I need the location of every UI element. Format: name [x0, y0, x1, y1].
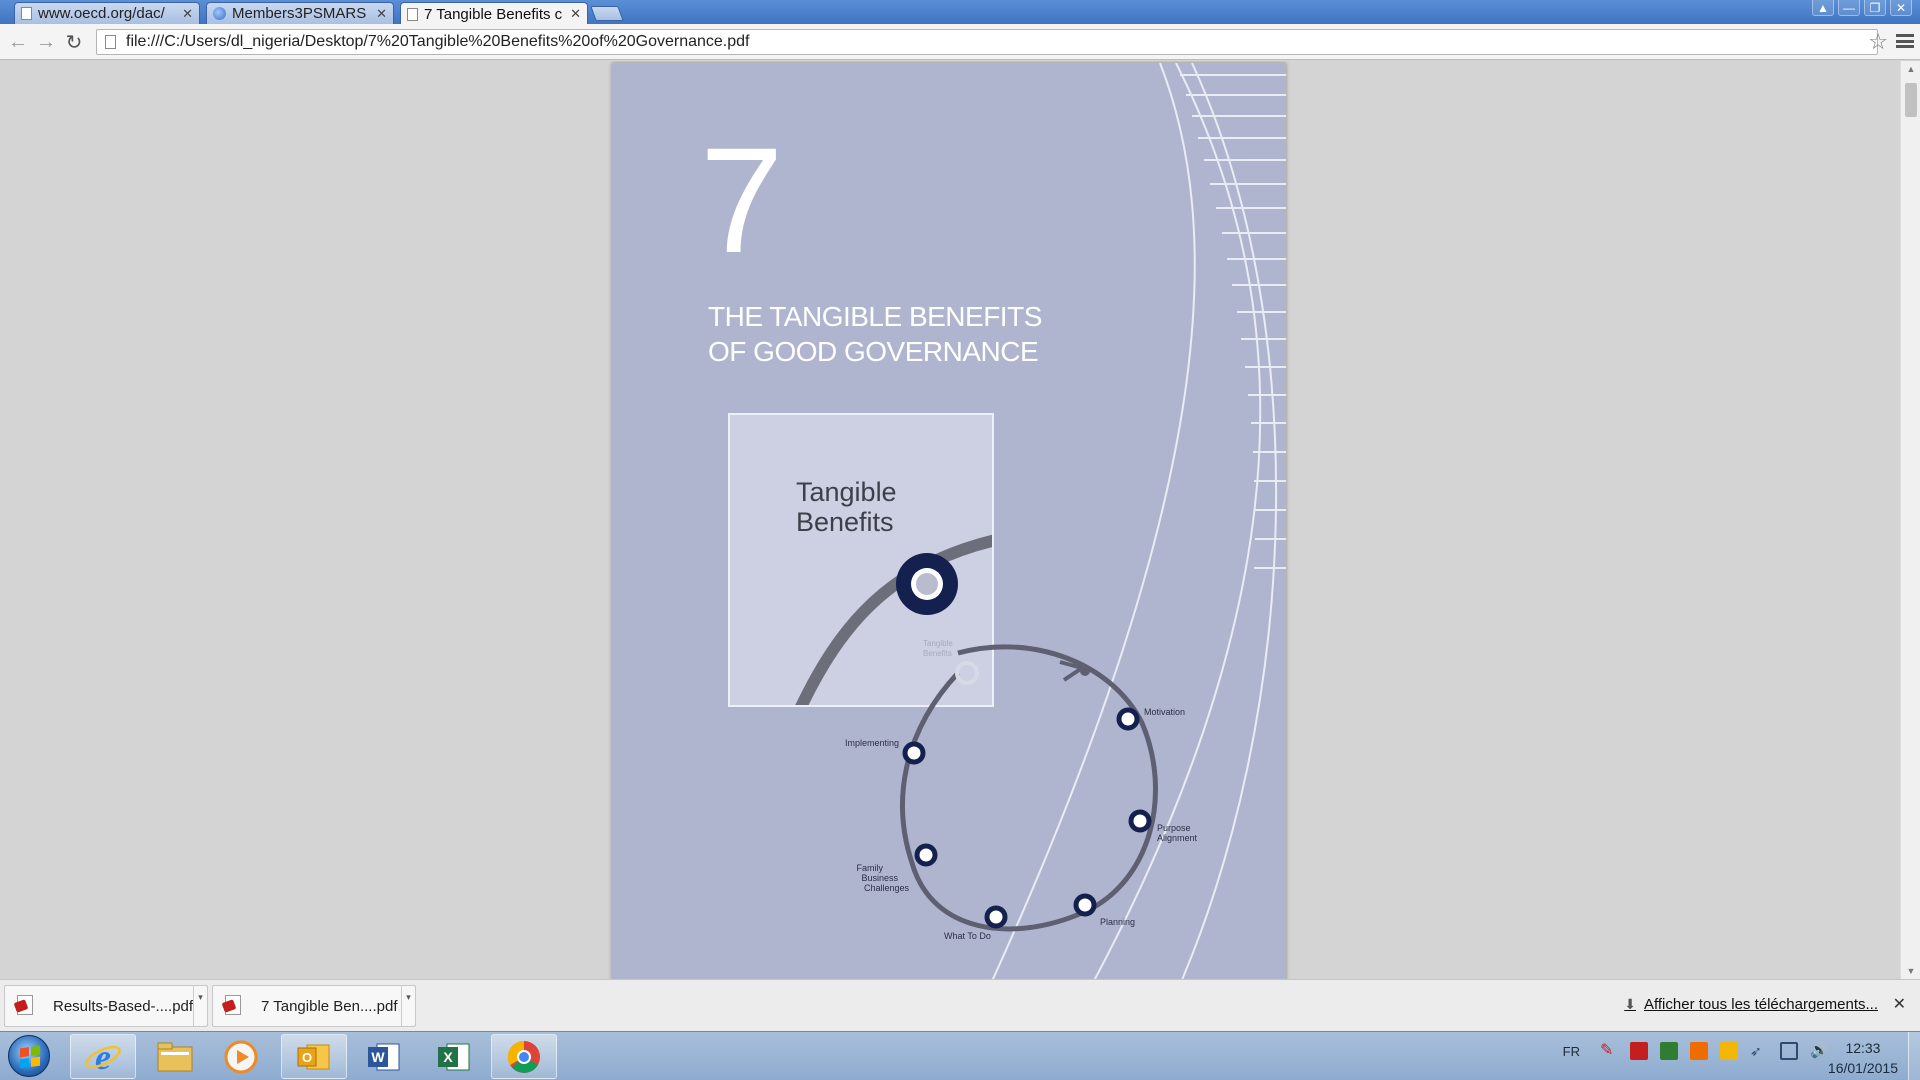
download-arrow-icon: ⬇: [1624, 996, 1636, 1012]
diagram-label: Business: [861, 873, 898, 883]
file-explorer-icon[interactable]: [142, 1034, 208, 1079]
show-all-downloads-label: Afficher tous les téléchargements...: [1643, 996, 1878, 1013]
close-icon[interactable]: ✕: [376, 6, 387, 22]
close-window-icon[interactable]: ✕: [1890, 0, 1912, 16]
tab-label: www.oecd.org/dac/: [38, 5, 165, 22]
internet-explorer-icon[interactable]: e: [70, 1034, 136, 1079]
acrobat-icon[interactable]: [1630, 1042, 1648, 1060]
chrome-icon[interactable]: [491, 1034, 557, 1079]
bookmark-star-icon[interactable]: ☆: [1868, 29, 1888, 55]
download-item[interactable]: Results-Based-....pdf ▾: [4, 985, 208, 1027]
nvidia-icon[interactable]: [1660, 1042, 1678, 1060]
tab-label: Members3PSMARS: [232, 5, 367, 22]
pdf-file-icon: [15, 995, 35, 1017]
system-tray: FR ✎ ➶ 🔊: [1563, 1042, 1829, 1060]
scroll-thumb[interactable]: [1905, 83, 1917, 117]
close-icon[interactable]: ✕: [1893, 994, 1906, 1014]
cycle-diagram: Motivation Purpose Alignment Planning Wh…: [845, 644, 1198, 941]
diagram-label: Purpose: [1157, 823, 1191, 833]
pdf-viewer[interactable]: 7 THE TANGIBLE BENEFITS OF GOOD GOVERNAN…: [0, 61, 1900, 979]
diagram-label: Motivation: [1144, 707, 1185, 717]
close-icon[interactable]: ✕: [570, 6, 581, 22]
new-tab-button[interactable]: [590, 6, 624, 21]
address-text: file:///C:/Users/dl_nigeria/Desktop/7%20…: [126, 33, 750, 50]
download-filename: 7 Tangible Ben....pdf: [261, 997, 398, 1015]
download-shelf: Results-Based-....pdf ▾ 7 Tangible Ben..…: [0, 979, 1920, 1031]
browser-toolbar: ← → ↻ file:///C:/Users/dl_nigeria/Deskto…: [0, 24, 1920, 60]
word-icon[interactable]: W: [351, 1034, 417, 1079]
media-player-icon[interactable]: [208, 1034, 274, 1079]
tab-members3psmars[interactable]: Members3PSMARS ✕: [206, 2, 394, 24]
vertical-scrollbar[interactable]: ▲ ▼: [1900, 61, 1920, 979]
download-item[interactable]: 7 Tangible Ben....pdf ▾: [212, 985, 416, 1027]
clock-date: 16/01/2015: [1827, 1060, 1898, 1076]
tab-strip: www.oecd.org/dac/ ✕ Members3PSMARS ✕ 7 T…: [0, 0, 1920, 25]
outlook-tray-icon[interactable]: [1720, 1042, 1738, 1060]
diagram-label: Planning: [1100, 917, 1135, 927]
svg-text:W: W: [371, 1049, 385, 1065]
page-icon: [21, 7, 32, 20]
diagram-label: Implementing: [845, 738, 899, 748]
minimize-icon[interactable]: —: [1838, 0, 1860, 16]
start-button[interactable]: [8, 1035, 50, 1077]
pdf-file-icon: [223, 995, 243, 1017]
clock-time: 12:33: [1845, 1040, 1881, 1056]
volume-icon[interactable]: 🔊: [1810, 1042, 1829, 1060]
show-desktop-button[interactable]: [1908, 1032, 1920, 1080]
diagram-label: Alignment: [1157, 833, 1198, 843]
page-icon: [407, 7, 418, 21]
restore-icon[interactable]: ❐: [1864, 0, 1886, 16]
page-icon: [105, 35, 116, 49]
diagram-label: Family: [857, 863, 884, 873]
menu-icon[interactable]: [1896, 32, 1914, 50]
close-icon[interactable]: ✕: [182, 6, 193, 22]
scroll-down-arrow-icon[interactable]: ▼: [1901, 963, 1920, 979]
address-bar[interactable]: file:///C:/Users/dl_nigeria/Desktop/7%20…: [96, 29, 1878, 55]
chevron-down-icon[interactable]: ▾: [193, 986, 207, 1026]
svg-text:e: e: [95, 1037, 111, 1077]
excel-icon[interactable]: X: [421, 1034, 487, 1079]
back-arrow-icon[interactable]: ←: [6, 30, 30, 54]
user-icon[interactable]: ▲: [1812, 0, 1834, 16]
svg-text:X: X: [443, 1049, 453, 1065]
update-icon[interactable]: [1690, 1042, 1708, 1060]
reload-icon[interactable]: ↻: [62, 30, 86, 54]
tab-tangible-benefits[interactable]: 7 Tangible Benefits c ✕: [400, 2, 588, 25]
taskbar: e O W X FR ✎ ➶ 🔊 12:33 16/01/2015: [0, 1031, 1920, 1080]
svg-text:O: O: [302, 1050, 312, 1065]
windows-logo-icon: [20, 1045, 40, 1069]
clock[interactable]: 12:33 16/01/2015: [1828, 1038, 1898, 1078]
diagram-label: Challenges: [864, 883, 910, 893]
show-all-downloads-link[interactable]: ⬇ Afficher tous les téléchargements...: [1624, 996, 1878, 1013]
tab-label: 7 Tangible Benefits c: [424, 5, 563, 23]
scroll-up-arrow-icon[interactable]: ▲: [1901, 61, 1920, 77]
pdf-page: 7 THE TANGIBLE BENEFITS OF GOOD GOVERNAN…: [612, 63, 1286, 979]
download-filename: Results-Based-....pdf: [53, 997, 194, 1015]
forward-arrow-icon[interactable]: →: [34, 30, 58, 54]
tab-oecd[interactable]: www.oecd.org/dac/ ✕: [14, 2, 200, 24]
language-indicator[interactable]: FR: [1563, 1044, 1580, 1059]
outlook-icon[interactable]: O: [281, 1034, 347, 1079]
network-icon[interactable]: [1780, 1042, 1798, 1060]
diagram-label: What To Do: [944, 931, 991, 941]
chevron-down-icon[interactable]: ▾: [401, 986, 415, 1026]
window-controls: ▲ — ❐ ✕: [1812, 0, 1912, 16]
pin-icon[interactable]: ✎: [1600, 1042, 1618, 1060]
arrow-icon[interactable]: ➶: [1750, 1042, 1768, 1060]
globe-icon: [213, 7, 226, 20]
